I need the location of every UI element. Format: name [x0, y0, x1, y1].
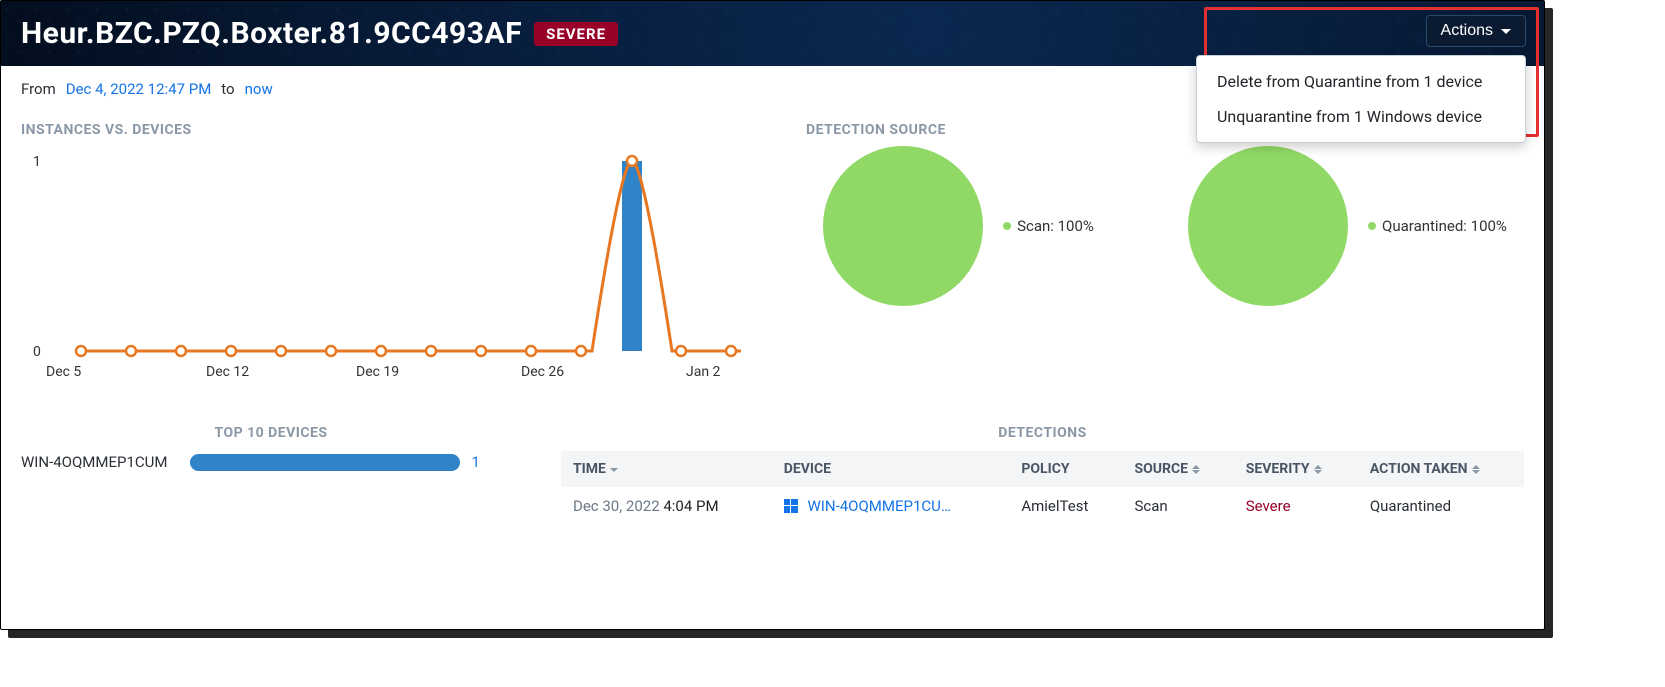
table-row[interactable]: Dec 30, 2022 4:04 PM WIN-4OQMMEP1CU… Ami…: [561, 487, 1524, 525]
svg-text:Jan 2: Jan 2: [686, 364, 721, 380]
cell-policy: AmielTest: [1009, 487, 1122, 525]
col-policy-label: POLICY: [1021, 461, 1069, 477]
pie-scan: [823, 146, 983, 306]
page-title: Heur.BZC.PZQ.Boxter.81.9CC493AF: [21, 16, 522, 51]
pie-quarantined-block: Quarantined: 100%: [1188, 146, 1507, 306]
col-device-label: DEVICE: [784, 461, 831, 477]
top-device-count[interactable]: 1: [472, 453, 480, 471]
windows-icon: [784, 499, 798, 513]
content-area: INSTANCES VS. DEVICES 1 0: [1, 112, 1544, 545]
cell-time: Dec 30, 2022 4:04 PM: [561, 487, 772, 525]
col-action-taken[interactable]: ACTION TAKEN: [1358, 451, 1524, 487]
instances-vs-devices-panel: INSTANCES VS. DEVICES 1 0: [21, 122, 766, 395]
actions-dropdown-menu: Delete from Quarantine from 1 device Unq…: [1196, 55, 1526, 143]
col-source-label: SOURCE: [1134, 461, 1188, 477]
pie-charts-row: Scan: 100% Quarantined: 100%: [806, 146, 1524, 306]
cell-time-hour: 4:04 PM: [663, 497, 718, 515]
top-device-bar: [190, 454, 460, 471]
table-header-row: TIME DEVICE POLICY SOURCE SEVERITY ACTIO…: [561, 451, 1524, 487]
cell-time-date: Dec 30, 2022: [573, 497, 660, 515]
bar-instance: [622, 161, 642, 351]
to-date-link[interactable]: now: [245, 80, 273, 98]
legend-quarantined-label: Quarantined: 100%: [1382, 217, 1507, 235]
legend-scan: Scan: 100%: [1003, 217, 1094, 235]
actions-button-label: Actions: [1441, 22, 1493, 40]
cell-action-taken: Quarantined: [1358, 487, 1524, 525]
legend-scan-label: Scan: 100%: [1017, 217, 1094, 235]
legend-quarantined: Quarantined: 100%: [1368, 217, 1507, 235]
col-action-taken-label: ACTION TAKEN: [1370, 461, 1468, 477]
col-policy[interactable]: POLICY: [1009, 451, 1122, 487]
charts-row: INSTANCES VS. DEVICES 1 0: [21, 122, 1524, 395]
cell-source: Scan: [1122, 487, 1233, 525]
svg-text:Dec 12: Dec 12: [206, 364, 249, 380]
chevron-down-icon: [1501, 29, 1511, 34]
detections-title: DETECTIONS: [561, 425, 1524, 441]
cell-device: WIN-4OQMMEP1CU…: [772, 487, 1010, 525]
svg-text:Dec 19: Dec 19: [356, 364, 399, 380]
cell-device-link[interactable]: WIN-4OQMMEP1CU…: [807, 497, 950, 515]
detection-source-panel: DETECTION SOURCE Scan: 100% Quarant: [806, 122, 1524, 395]
sort-icon: [1314, 465, 1322, 474]
y-tick-0: 0: [33, 344, 41, 360]
col-time[interactable]: TIME: [561, 451, 772, 487]
from-date-link[interactable]: Dec 4, 2022 12:47 PM: [66, 80, 212, 98]
top-device-name: WIN-4OQMMEP1CUM: [21, 453, 168, 471]
bottom-row: TOP 10 DEVICES WIN-4OQMMEP1CUM 1 DETECTI…: [21, 425, 1524, 525]
pie-quarantined: [1188, 146, 1348, 306]
svg-text:Dec 5: Dec 5: [46, 364, 81, 380]
y-tick-1: 1: [33, 154, 41, 170]
col-time-label: TIME: [573, 461, 606, 477]
col-severity-label: SEVERITY: [1246, 461, 1310, 477]
col-source[interactable]: SOURCE: [1122, 451, 1233, 487]
legend-dot-icon: [1003, 222, 1011, 230]
x-ticks: Dec 5 Dec 12 Dec 19 Dec 26 Jan 2: [46, 364, 721, 380]
sort-icon: [1192, 465, 1200, 474]
menu-delete-from-quarantine[interactable]: Delete from Quarantine from 1 device: [1197, 64, 1525, 99]
menu-unquarantine[interactable]: Unquarantine from 1 Windows device: [1197, 99, 1525, 134]
sort-desc-icon: [610, 467, 618, 472]
col-device[interactable]: DEVICE: [772, 451, 1010, 487]
top-devices-panel: TOP 10 DEVICES WIN-4OQMMEP1CUM 1: [21, 425, 521, 525]
top-devices-title: TOP 10 DEVICES: [21, 425, 521, 441]
col-severity[interactable]: SEVERITY: [1234, 451, 1358, 487]
top-device-row: WIN-4OQMMEP1CUM 1: [21, 453, 521, 471]
page-header: Heur.BZC.PZQ.Boxter.81.9CC493AF SEVERE A…: [1, 1, 1544, 66]
instances-panel-title: INSTANCES VS. DEVICES: [21, 122, 766, 138]
instances-chart: 1 0: [21, 146, 766, 391]
legend-dot-icon: [1368, 222, 1376, 230]
detections-panel: DETECTIONS TIME DEVICE POLICY SOURCE SEV…: [561, 425, 1524, 525]
from-label: From: [21, 80, 56, 98]
to-label: to: [221, 80, 234, 98]
severity-badge: SEVERE: [534, 22, 618, 46]
actions-dropdown-container: Actions Delete from Quarantine from 1 de…: [1426, 15, 1526, 47]
page-container: Heur.BZC.PZQ.Boxter.81.9CC493AF SEVERE A…: [0, 0, 1545, 630]
svg-text:Dec 26: Dec 26: [521, 364, 564, 380]
pie-scan-block: Scan: 100%: [823, 146, 1094, 306]
sort-icon: [1472, 465, 1480, 474]
cell-severity: Severe: [1234, 487, 1358, 525]
actions-button[interactable]: Actions: [1426, 15, 1526, 47]
detections-table: TIME DEVICE POLICY SOURCE SEVERITY ACTIO…: [561, 451, 1524, 525]
